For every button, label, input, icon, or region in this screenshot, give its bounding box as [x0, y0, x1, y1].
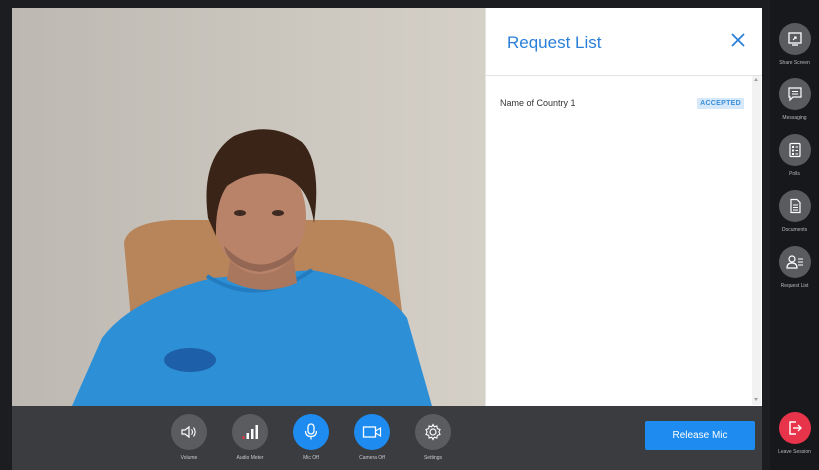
request-name: Name of Country 1	[500, 98, 576, 108]
leave-session-label: Leave Session	[778, 449, 811, 455]
microphone-icon	[304, 423, 318, 440]
release-mic-button[interactable]: Release Mic	[645, 421, 755, 450]
request-list-icon	[785, 255, 803, 269]
request-list-button[interactable]	[778, 246, 811, 278]
speaker-icon	[181, 425, 196, 439]
request-list: Name of Country 1 ACCEPTED	[486, 76, 762, 405]
sidebar-item-polls[interactable]: Polls	[770, 134, 819, 177]
settings-button[interactable]	[415, 414, 451, 450]
control-label: Mic Off	[303, 455, 319, 461]
polls-icon	[788, 142, 801, 158]
audio-meter-control[interactable]: Audio Meter	[225, 414, 275, 461]
scroll-down-arrow-icon[interactable]	[754, 398, 758, 401]
settings-control[interactable]: Settings	[408, 414, 458, 461]
audio-meter-button[interactable]	[232, 414, 268, 450]
close-icon[interactable]	[728, 30, 748, 50]
leave-session-button[interactable]	[778, 412, 811, 444]
sidebar-item-label: Request List	[780, 283, 809, 289]
status-badge: ACCEPTED	[697, 97, 744, 109]
control-label: Volume	[180, 455, 198, 461]
control-label: Audio Meter	[236, 455, 264, 461]
share-screen-icon	[787, 32, 802, 46]
mic-control[interactable]: Mic Off	[286, 414, 336, 461]
gear-icon	[425, 423, 441, 441]
list-item[interactable]: Name of Country 1 ACCEPTED	[500, 96, 744, 110]
messaging-button[interactable]	[778, 78, 811, 110]
documents-button[interactable]	[778, 190, 811, 222]
sidebar-item-share-screen[interactable]: Share Screen	[770, 23, 819, 66]
right-sidebar: Share Screen Messaging Polls Documents R…	[770, 0, 819, 470]
polls-button[interactable]	[778, 134, 811, 166]
sidebar-item-label: Messaging	[782, 115, 807, 121]
sidebar-item-label: Share Screen	[779, 60, 810, 66]
mic-button[interactable]	[293, 414, 329, 450]
sidebar-item-messaging[interactable]: Messaging	[770, 78, 819, 121]
panel-header: Request List	[486, 8, 762, 76]
bottom-control-bar: Volume Audio Meter Mic Off Camera Off Se…	[12, 406, 762, 470]
sidebar-item-documents[interactable]: Documents	[770, 190, 819, 233]
control-label: Settings	[423, 455, 443, 461]
camera-button[interactable]	[354, 414, 390, 450]
audio-meter-icon	[242, 425, 258, 439]
exit-icon	[788, 421, 802, 435]
camera-control[interactable]: Camera Off	[347, 414, 397, 461]
control-label: Camera Off	[359, 455, 385, 461]
camera-icon	[362, 426, 382, 438]
message-icon	[787, 87, 802, 102]
volume-control[interactable]: Volume	[164, 414, 214, 461]
request-list-panel: Request List Name of Country 1 ACCEPTED	[485, 8, 762, 406]
panel-title: Request List	[507, 33, 602, 52]
sidebar-item-label: Polls	[789, 171, 800, 177]
sidebar-item-request-list[interactable]: Request List	[770, 246, 819, 289]
sidebar-item-leave-session[interactable]: Leave Session	[770, 412, 819, 455]
share-screen-button[interactable]	[778, 23, 811, 55]
video-session-app: Request List Name of Country 1 ACCEPTED	[0, 0, 819, 470]
scroll-up-arrow-icon[interactable]	[754, 78, 758, 81]
document-icon	[789, 198, 801, 214]
volume-button[interactable]	[171, 414, 207, 450]
sidebar-item-label: Documents	[781, 227, 808, 233]
scrollbar[interactable]	[752, 76, 761, 405]
